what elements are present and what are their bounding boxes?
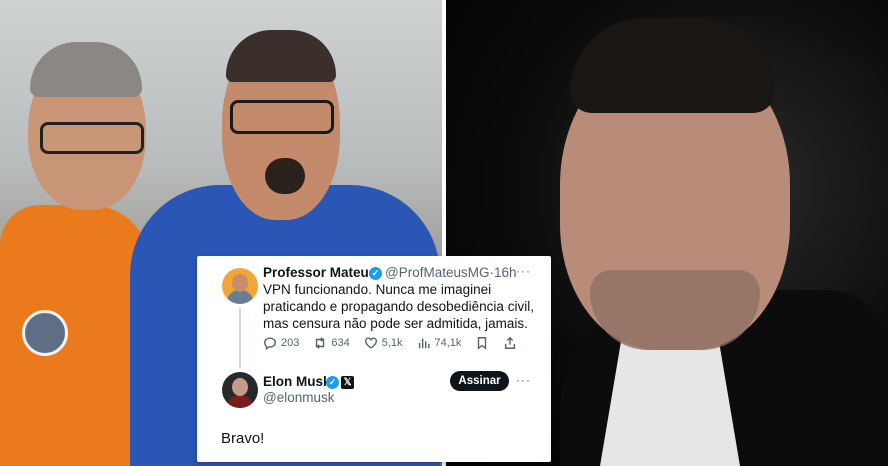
share-icon [505,336,516,349]
reply-more-menu[interactable]: ··· [516,373,531,387]
thread-line [239,308,241,368]
reply-text: Bravo! [221,430,265,447]
follow-button[interactable]: Assinar [450,371,509,391]
x-logo-icon: 𝕏 [341,376,354,389]
man-portrait-stubble [590,270,760,350]
avatar-elon-musk[interactable] [222,372,258,408]
share-button[interactable] [503,336,517,350]
reply-count: 203 [281,337,300,349]
tweet-text: VPN funcionando. Nunca me imaginei prati… [263,281,543,332]
tweet-time[interactable]: 16h [494,265,517,280]
man-portrait-hair [570,18,775,113]
verified-check-icon: ✓ [369,267,382,280]
views-count: 74,1k [434,337,462,349]
man-orange-glasses [40,122,144,154]
bookmark-button[interactable] [475,336,489,350]
bookmark-icon [478,337,487,350]
bar-chart-icon [418,338,430,349]
campaign-button-pin [22,310,68,356]
handle-text: @ProfMateusMG [385,265,490,280]
reply-author-handle[interactable]: @elonmusk [263,390,334,405]
man-blue-beard [265,158,305,194]
reply-button[interactable]: 203 [263,336,299,350]
retweet-count: 634 [331,337,350,349]
tweet-author-handle[interactable]: @ProfMateusMG·16h [385,265,517,280]
retweet-icon [316,337,325,349]
man-blue-glasses [230,100,334,134]
like-count: 5,1k [381,337,403,349]
tweet-author-name[interactable]: Professor Mateus [263,265,376,280]
reply-author-name[interactable]: Elon Musk [263,374,331,389]
retweet-button[interactable]: 634 [313,336,350,350]
tweet-text-line: mas censura não pode ser admitida, jamai… [263,316,528,331]
views-button[interactable]: 74,1k [417,336,462,350]
avatar-professor-mateus[interactable] [222,268,258,304]
tweet-action-bar: 203 634 5,1k 74,1k [263,335,531,351]
heart-icon [364,337,377,349]
verified-check-icon: ✓ [326,376,339,389]
tweet-text-line: praticando e propagando desobediência ci… [263,299,534,314]
tweet-more-menu[interactable]: ··· [516,264,531,278]
like-button[interactable]: 5,1k [364,336,403,350]
reply-icon [264,337,276,350]
tweet-text-line: VPN funcionando. Nunca me imaginei [263,282,492,297]
